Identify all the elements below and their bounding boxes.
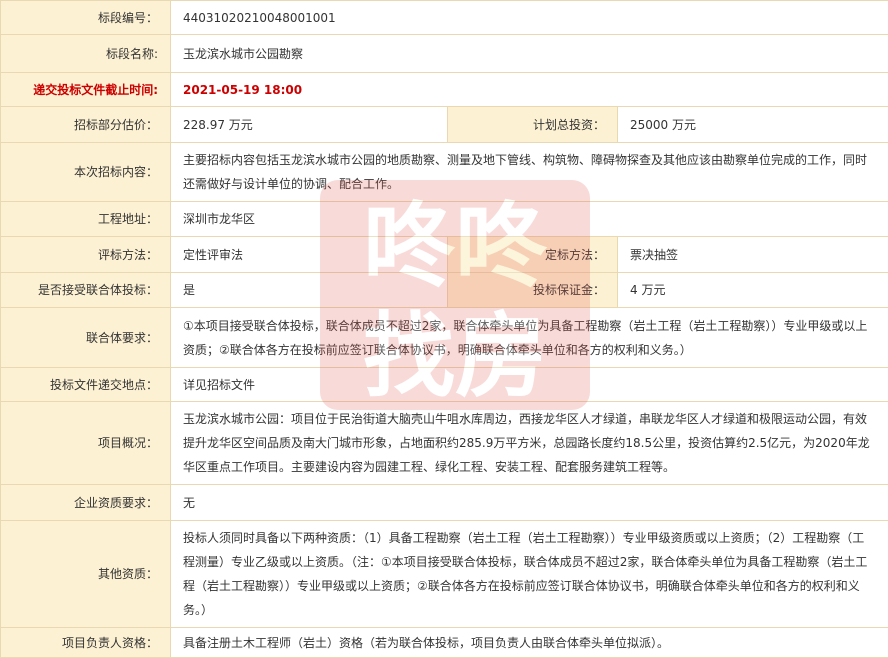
row-location: 工程地址： 深圳市龙华区 bbox=[1, 202, 888, 237]
bid-bond-value: 4 万元 bbox=[618, 273, 888, 308]
overview-label: 项目概况： bbox=[1, 402, 171, 485]
row-content: 本次招标内容： 主要招标内容包括玉龙滨水城市公园的地质勘察、测量及地下管线、构筑… bbox=[1, 143, 888, 202]
enterprise-label: 企业资质要求： bbox=[1, 485, 171, 521]
consortium-req-label: 联合体要求： bbox=[1, 308, 171, 368]
other-qual-value: 投标人须同时具备以下两种资质：（1）具备工程勘察（岩土工程（岩土工程勘察））专业… bbox=[171, 521, 888, 628]
row-method: 评标方法： 定性评审法 定标方法： 票决抽签 bbox=[1, 237, 888, 273]
row-other-qual: 其他资质： 投标人须同时具备以下两种资质：（1）具备工程勘察（岩土工程（岩土工程… bbox=[1, 521, 888, 628]
row-estimate: 招标部分估价： 228.97 万元 计划总投资： 25000 万元 bbox=[1, 107, 888, 143]
consortium-label: 是否接受联合体投标： bbox=[1, 273, 171, 308]
other-qual-label: 其他资质： bbox=[1, 521, 171, 628]
pm-qual-value: 具备注册土木工程师（岩土）资格（若为联合体投标，项目负责人由联合体牵头单位拟派）… bbox=[171, 628, 888, 658]
overview-value: 玉龙滨水城市公园：项目位于民治街道大脑壳山牛咀水库周边，西接龙华区人才绿道，串联… bbox=[171, 402, 888, 485]
row-consortium: 是否接受联合体投标： 是 投标保证金： 4 万元 bbox=[1, 273, 888, 308]
row-section-no: 标段编号： 44031020210048001001 bbox=[1, 1, 888, 35]
row-deadline: 递交投标文件截止时间: 2021-05-19 18:00 bbox=[1, 73, 888, 107]
row-enterprise: 企业资质要求： 无 bbox=[1, 485, 888, 521]
section-name-value: 玉龙滨水城市公园勘察 bbox=[171, 35, 888, 73]
bid-bond-label: 投标保证金： bbox=[448, 273, 618, 308]
estimate-value: 228.97 万元 bbox=[171, 107, 448, 143]
eval-method-label: 评标方法： bbox=[1, 237, 171, 273]
section-no-label: 标段编号： bbox=[1, 1, 171, 35]
deadline-label: 递交投标文件截止时间: bbox=[1, 73, 171, 107]
row-pm-qual: 项目负责人资格： 具备注册土木工程师（岩土）资格（若为联合体投标，项目负责人由联… bbox=[1, 628, 888, 658]
estimate-label: 招标部分估价： bbox=[1, 107, 171, 143]
deadline-value: 2021-05-19 18:00 bbox=[171, 73, 888, 107]
location-label: 工程地址： bbox=[1, 202, 171, 237]
row-overview: 项目概况： 玉龙滨水城市公园：项目位于民治街道大脑壳山牛咀水库周边，西接龙华区人… bbox=[1, 402, 888, 485]
consortium-req-value: ①本项目接受联合体投标，联合体成员不超过2家，联合体牵头单位为具备工程勘察（岩土… bbox=[171, 308, 888, 368]
section-no-value: 44031020210048001001 bbox=[171, 1, 888, 35]
submit-place-value: 详见招标文件 bbox=[171, 368, 888, 402]
eval-method-value: 定性评审法 bbox=[171, 237, 448, 273]
row-section-name: 标段名称: 玉龙滨水城市公园勘察 bbox=[1, 35, 888, 73]
award-method-value: 票决抽签 bbox=[618, 237, 888, 273]
location-value: 深圳市龙华区 bbox=[171, 202, 888, 237]
submit-place-label: 投标文件递交地点： bbox=[1, 368, 171, 402]
pm-qual-label: 项目负责人资格： bbox=[1, 628, 171, 658]
content-value: 主要招标内容包括玉龙滨水城市公园的地质勘察、测量及地下管线、构筑物、障碍物探查及… bbox=[171, 143, 888, 202]
award-method-label: 定标方法： bbox=[448, 237, 618, 273]
row-consortium-req: 联合体要求： ①本项目接受联合体投标，联合体成员不超过2家，联合体牵头单位为具备… bbox=[1, 308, 888, 368]
row-submit-place: 投标文件递交地点： 详见招标文件 bbox=[1, 368, 888, 402]
total-investment-value: 25000 万元 bbox=[618, 107, 888, 143]
total-investment-label: 计划总投资： bbox=[448, 107, 618, 143]
enterprise-value: 无 bbox=[171, 485, 888, 521]
content-label: 本次招标内容： bbox=[1, 143, 171, 202]
tender-info-table: 标段编号： 44031020210048001001 标段名称: 玉龙滨水城市公… bbox=[0, 0, 888, 658]
consortium-value: 是 bbox=[171, 273, 448, 308]
section-name-label: 标段名称: bbox=[1, 35, 171, 73]
